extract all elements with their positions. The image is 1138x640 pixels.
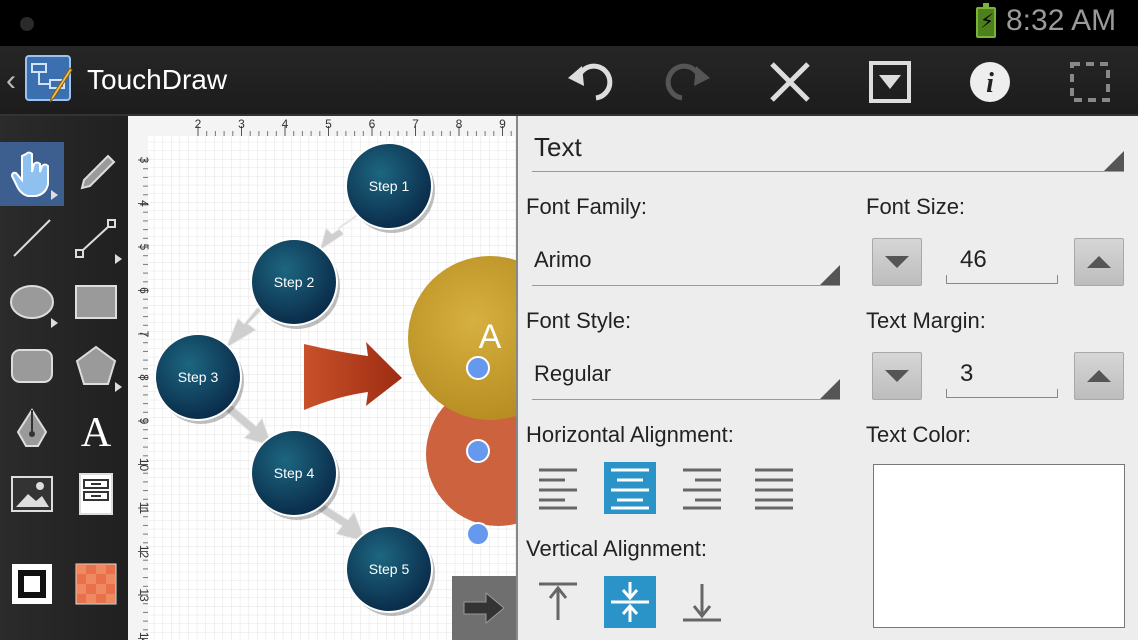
info-icon[interactable]: i xyxy=(962,54,1018,110)
ruler-left-label: 8 xyxy=(137,374,151,381)
text-icon[interactable]: A xyxy=(64,398,128,462)
dropdown-icon[interactable] xyxy=(862,54,918,110)
form-icon[interactable] xyxy=(64,462,128,526)
chevron-left-icon[interactable]: ‹ xyxy=(6,64,16,98)
ruler-top-label: 2 xyxy=(195,117,202,131)
section-dropdown[interactable]: Text xyxy=(532,130,1124,172)
font-style-value: Regular xyxy=(534,361,612,386)
step-label: Step 4 xyxy=(274,465,315,481)
ruler-left-label: 14 xyxy=(137,632,151,640)
section-dropdown-value: Text xyxy=(534,132,582,162)
text-margin-label: Text Margin: xyxy=(866,308,986,333)
font-style-label: Font Style: xyxy=(526,308,632,333)
rounded-rectangle-icon[interactable] xyxy=(0,334,64,398)
properties-panel: Text Font Family: Font Size: Arimo 46 Fo… xyxy=(516,116,1138,640)
text-margin-field[interactable]: 3 xyxy=(946,360,1058,398)
step-label: Step 2 xyxy=(274,274,315,290)
font-family-value: Arimo xyxy=(534,247,592,272)
redo-icon[interactable] xyxy=(660,54,716,110)
align-justify-icon[interactable] xyxy=(748,462,800,514)
step-label: Step 5 xyxy=(369,561,410,577)
arrow-right-icon[interactable] xyxy=(452,576,516,640)
ellipse-icon[interactable] xyxy=(0,270,64,334)
text-margin-increase-button[interactable] xyxy=(1074,352,1124,400)
step-label: Step 3 xyxy=(178,369,219,385)
font-style-dropdown[interactable]: Regular xyxy=(532,358,840,400)
status-time: 8:32 AM xyxy=(1006,4,1117,37)
ruler-top-label: 5 xyxy=(325,117,332,131)
step-label: Step 1 xyxy=(369,178,410,194)
align-left-icon[interactable] xyxy=(532,462,584,514)
text-margin-decrease-button[interactable] xyxy=(872,352,922,400)
svg-text:A: A xyxy=(81,410,112,452)
status-bar: ⚡ 8:32 AM xyxy=(0,0,1138,46)
line-icon[interactable] xyxy=(0,206,64,270)
ruler-left-label: 6 xyxy=(137,287,151,294)
font-size-field[interactable]: 46 xyxy=(946,246,1058,284)
ruler-left-label: 7 xyxy=(137,331,151,338)
vertical-alignment-label: Vertical Alignment: xyxy=(526,536,707,561)
app-title: TouchDraw xyxy=(87,64,228,95)
gold-circle-label: A xyxy=(479,318,502,356)
ruler-top-label: 6 xyxy=(369,117,376,131)
ruler-left-label: 4 xyxy=(137,200,151,207)
align-center-icon[interactable] xyxy=(604,462,656,514)
ruler-left-label: 12 xyxy=(137,545,151,559)
ruler-top-label: 4 xyxy=(282,117,289,131)
text-color-swatch[interactable] xyxy=(873,464,1125,628)
action-bar: ‹ TouchDraw i xyxy=(0,46,1138,116)
delete-icon[interactable] xyxy=(762,54,818,110)
ruler-top-label: 3 xyxy=(238,117,245,131)
rectangle-icon[interactable] xyxy=(64,270,128,334)
pencil-icon[interactable] xyxy=(64,142,128,206)
ruler-top-label: 9 xyxy=(499,117,506,131)
svg-text:i: i xyxy=(986,68,994,99)
polygon-icon[interactable] xyxy=(64,334,128,398)
hand-pointer-icon[interactable] xyxy=(0,142,64,206)
ruler-left-label: 9 xyxy=(137,418,151,425)
selection-icon[interactable] xyxy=(1062,54,1118,110)
pen-nib-icon[interactable] xyxy=(0,398,64,462)
selection-handle[interactable] xyxy=(466,439,490,463)
image-icon[interactable] xyxy=(0,462,64,526)
font-family-label: Font Family: xyxy=(526,194,648,219)
fill-color-icon[interactable] xyxy=(64,552,128,616)
ruler-left-label: 11 xyxy=(137,502,151,515)
align-top-icon[interactable] xyxy=(532,576,584,628)
selection-handle[interactable] xyxy=(466,356,490,380)
font-size-label: Font Size: xyxy=(866,194,966,219)
align-middle-icon[interactable] xyxy=(604,576,656,628)
ruler-top-label: 8 xyxy=(456,117,463,131)
ruler-top-label: 7 xyxy=(412,117,419,131)
drawing-canvas[interactable]: 2 3 4 5 6 7 8 9 3 4 5 6 7 8 9 10 11 12 13 14 A Step 1 Step … xyxy=(128,116,516,640)
selection-handle[interactable] xyxy=(466,522,490,546)
ruler-left-label: 5 xyxy=(137,244,151,251)
touchdraw-app-icon[interactable] xyxy=(24,52,76,104)
battery-charging-icon: ⚡ xyxy=(976,3,996,38)
horizontal-alignment-label: Horizontal Alignment: xyxy=(526,422,734,447)
tool-palette: A xyxy=(0,116,128,640)
undo-icon[interactable] xyxy=(562,54,618,110)
ruler-left-label: 10 xyxy=(137,458,151,472)
connector-icon[interactable] xyxy=(64,206,128,270)
ruler-left-label: 3 xyxy=(137,157,151,164)
font-size-increase-button[interactable] xyxy=(1074,238,1124,286)
text-color-label: Text Color: xyxy=(866,422,972,447)
font-family-dropdown[interactable]: Arimo xyxy=(532,244,840,286)
font-size-decrease-button[interactable] xyxy=(872,238,922,286)
stroke-color-icon[interactable] xyxy=(0,552,64,616)
align-right-icon[interactable] xyxy=(676,462,728,514)
ruler-left-label: 13 xyxy=(137,588,151,602)
align-bottom-icon[interactable] xyxy=(676,576,728,628)
camera-dot xyxy=(20,17,34,31)
